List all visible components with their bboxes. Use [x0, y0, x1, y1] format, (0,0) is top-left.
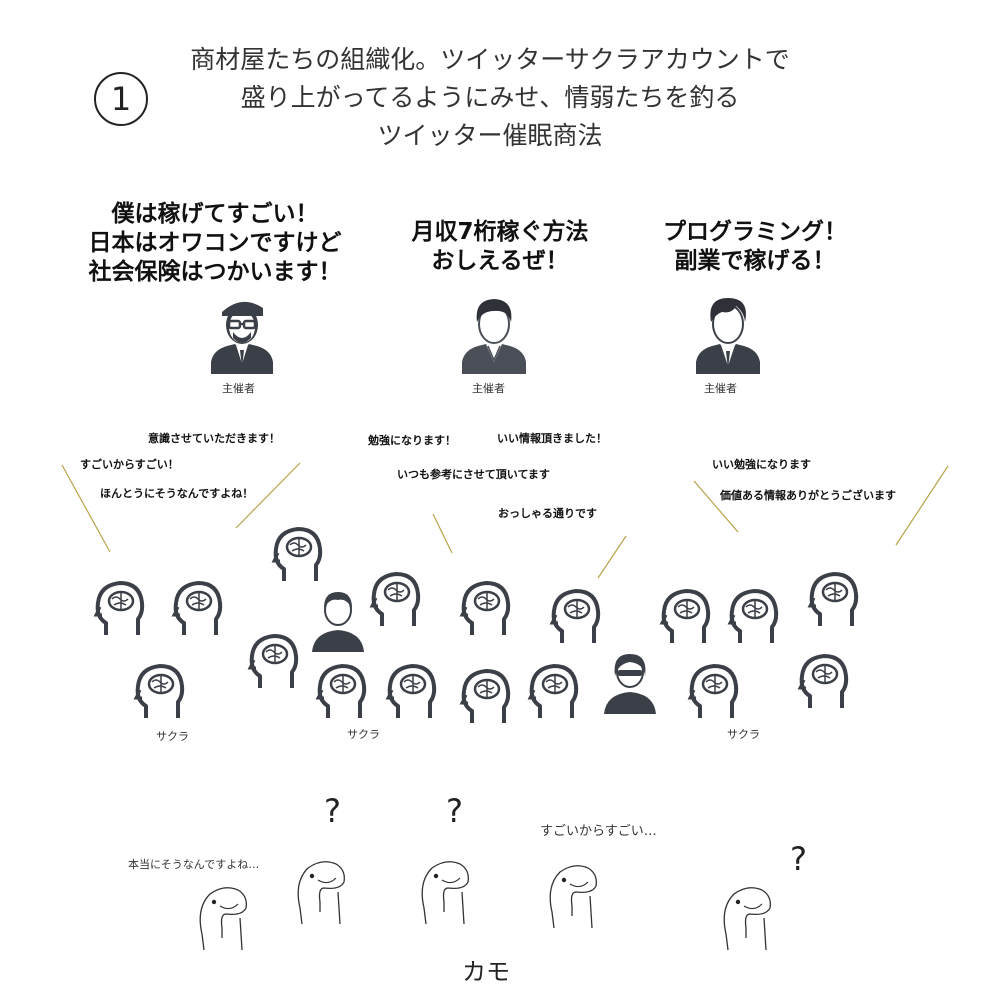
sakura-label: サクラ: [156, 730, 189, 743]
casual-man-icon: [462, 299, 526, 374]
sakura-comment: ほんとうにそうなんですよね！: [100, 487, 254, 500]
kamo-figure: [421, 861, 469, 925]
brain-head-icon: [459, 581, 511, 635]
kamo-label: カモ: [462, 958, 510, 986]
brain-head-icon: [807, 572, 859, 626]
brain-head-icon: [93, 581, 145, 635]
sakura-comment: 勉強になります！: [368, 434, 456, 447]
kamo-comment: すごいからすごい…: [540, 824, 657, 839]
person-icon: [312, 592, 364, 652]
sakura-comment: いい勉強になります: [712, 458, 811, 471]
organizer-3-role: 主催者: [704, 382, 737, 395]
pointer-line: [597, 535, 627, 579]
organizer-1-role: 主催者: [222, 382, 255, 395]
sakura-comment: すごいからすごい！: [80, 458, 179, 471]
sunglasses-beret-man-icon: [211, 301, 273, 374]
title-line-3: ツイッター催眠商法: [377, 121, 603, 150]
question-mark-icon: ?: [446, 792, 463, 830]
brain-head-icon: [171, 581, 223, 635]
sakura-label: サクラ: [727, 728, 760, 741]
sakura-comment: 価値ある情報ありがとうございます: [720, 489, 896, 502]
brain-head-icon: [659, 589, 711, 643]
organizer-2-role: 主催者: [472, 382, 505, 395]
sunglasses-person-icon: [604, 654, 656, 714]
question-mark-icon: ?: [790, 840, 807, 878]
brain-head-icon: [727, 589, 779, 643]
suit-man-icon: [696, 298, 760, 374]
sakura-comment: おっしゃる通りです: [498, 507, 597, 520]
kamo-figure: [549, 865, 597, 929]
organizer-2-speech: 月収7桁稼ぐ方法 おしえるぜ！: [411, 219, 589, 274]
brain-head-icon: [385, 664, 437, 718]
organizer-1-speech: 僕は稼げてすごい！ 日本はオワコンですけど 社会保険はつかいます！: [88, 201, 342, 285]
organizer-3-speech: プログラミング！ 副業で稼げる！: [663, 219, 847, 274]
brain-head-icon: [271, 527, 323, 581]
title-line-1: 商材屋たちの組織化。ツイッターサクラアカウントで: [190, 45, 790, 74]
brain-head-icon: [687, 664, 739, 718]
brain-head-icon: [549, 589, 601, 643]
brain-head-icon: [315, 664, 367, 718]
pointer-line: [895, 465, 949, 546]
title-line-2: 盛り上がってるようにみせ、情弱たちを釣る: [240, 83, 740, 112]
pointer-line: [61, 464, 111, 553]
kamo-figure: [297, 861, 345, 925]
sakura-comment: いつも参考にさせて頂いてます: [397, 468, 550, 481]
section-number-circle: 1: [94, 72, 148, 126]
section-number: 1: [111, 80, 131, 118]
brain-head-icon: [133, 664, 185, 718]
brain-head-icon: [247, 634, 299, 688]
sakura-label: サクラ: [347, 728, 380, 741]
pointer-line: [432, 513, 453, 554]
brain-head-icon: [459, 669, 511, 723]
question-mark-icon: ?: [324, 792, 341, 830]
kamo-figure: [199, 887, 247, 951]
brain-head-icon: [797, 654, 849, 708]
kamo-figure: [723, 887, 771, 951]
brain-head-icon: [369, 572, 421, 626]
sakura-comment: 意識させていただきます！: [148, 432, 280, 445]
kamo-comment: 本当にそうなんですよね…: [128, 858, 260, 871]
brain-head-icon: [527, 664, 579, 718]
sakura-comment: いい情報頂きました！: [497, 432, 607, 445]
